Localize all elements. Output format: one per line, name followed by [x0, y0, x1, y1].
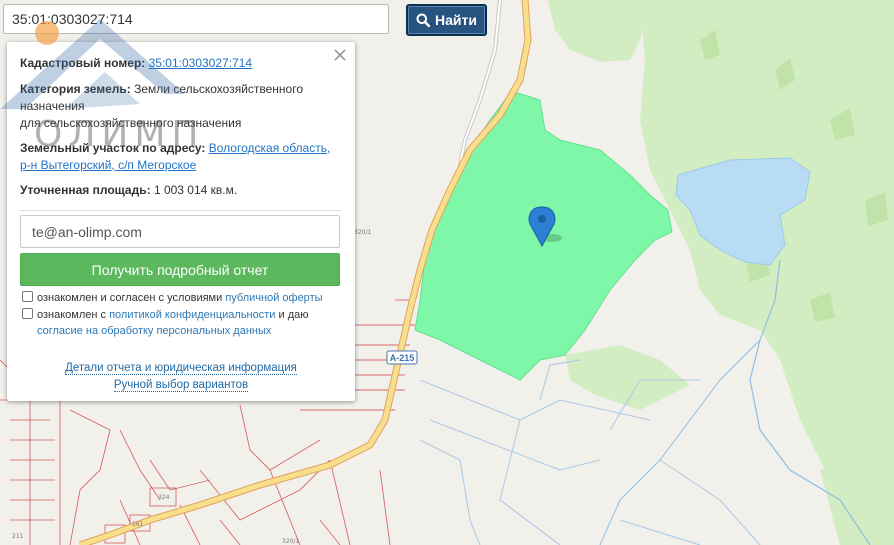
privacy-consent-checkbox[interactable] [22, 308, 33, 319]
area-label: Уточненная площадь: [20, 183, 151, 197]
cadastral-search-input[interactable] [3, 4, 389, 34]
details-link-row: Детали отчета и юридическая информация [7, 361, 355, 376]
divider [20, 210, 341, 211]
search-button-label: Найти [435, 12, 477, 28]
land-use-value: для сельскохозяйственного назначения [20, 116, 242, 130]
road-label-a215: A-215 [386, 350, 418, 365]
privacy-consent-text: и даю [278, 309, 309, 321]
manual-link-row: Ручной выбор вариантов [7, 378, 355, 393]
search-button[interactable]: Найти [406, 4, 487, 36]
cadastral-number-row: Кадастровый номер: 35:01:0303027:714 [20, 55, 341, 72]
privacy-policy-link[interactable]: политикой конфиденциальности [109, 309, 275, 321]
land-category-value: Земли сельскохозяйственного [134, 82, 304, 96]
offer-consent-text: ознакомлен и согласен с условиями [37, 292, 223, 304]
personal-data-consent-link[interactable]: согласие на обработку персональных данны… [37, 325, 271, 337]
cadastral-number-label: Кадастровый номер: [20, 56, 146, 70]
search-icon [416, 13, 431, 27]
get-report-button[interactable]: Получить подробный отчет [20, 253, 340, 286]
land-category-row: Категория земель: Земли сельскохозяйстве… [20, 81, 341, 132]
public-offer-link[interactable]: публичной оферты [225, 292, 322, 304]
address-label: Земельный участок по адресу: [20, 141, 206, 155]
address-link[interactable]: р-н Вытегорский, с/п Мегорское [20, 158, 196, 172]
land-category-label: Категория земель: [20, 82, 131, 96]
offer-consent-row: ознакомлен и согласен с условиями публич… [22, 290, 345, 306]
area-row: Уточненная площадь: 1 003 014 кв.м. [20, 182, 341, 199]
report-details-link[interactable]: Детали отчета и юридическая информация [65, 362, 297, 375]
map-label: 324 [158, 494, 170, 501]
map-label: 320/1 [282, 538, 299, 545]
address-link[interactable]: Вологодская область, [209, 141, 331, 155]
map-label: 161 [132, 521, 144, 528]
privacy-consent-text: ознакомлен с [37, 309, 107, 321]
offer-consent-checkbox[interactable] [22, 291, 33, 302]
address-row: Земельный участок по адресу: Вологодская… [20, 140, 341, 174]
email-field[interactable] [20, 215, 340, 248]
map-label: 211 [12, 533, 24, 540]
area-value: 1 003 014 кв.м. [153, 183, 238, 197]
cadastral-number-link[interactable]: 35:01:0303027:714 [149, 56, 252, 70]
privacy-consent-row: ознакомлен с политикой конфиденциальност… [22, 307, 345, 339]
parcel-info-popup: Кадастровый номер: 35:01:0303027:714 Кат… [7, 42, 355, 401]
svg-text:A-215: A-215 [390, 353, 415, 363]
manual-selection-link[interactable]: Ручной выбор вариантов [113, 379, 249, 392]
map-label: 320/1 [354, 229, 371, 236]
land-category-value: назначения [20, 99, 85, 113]
